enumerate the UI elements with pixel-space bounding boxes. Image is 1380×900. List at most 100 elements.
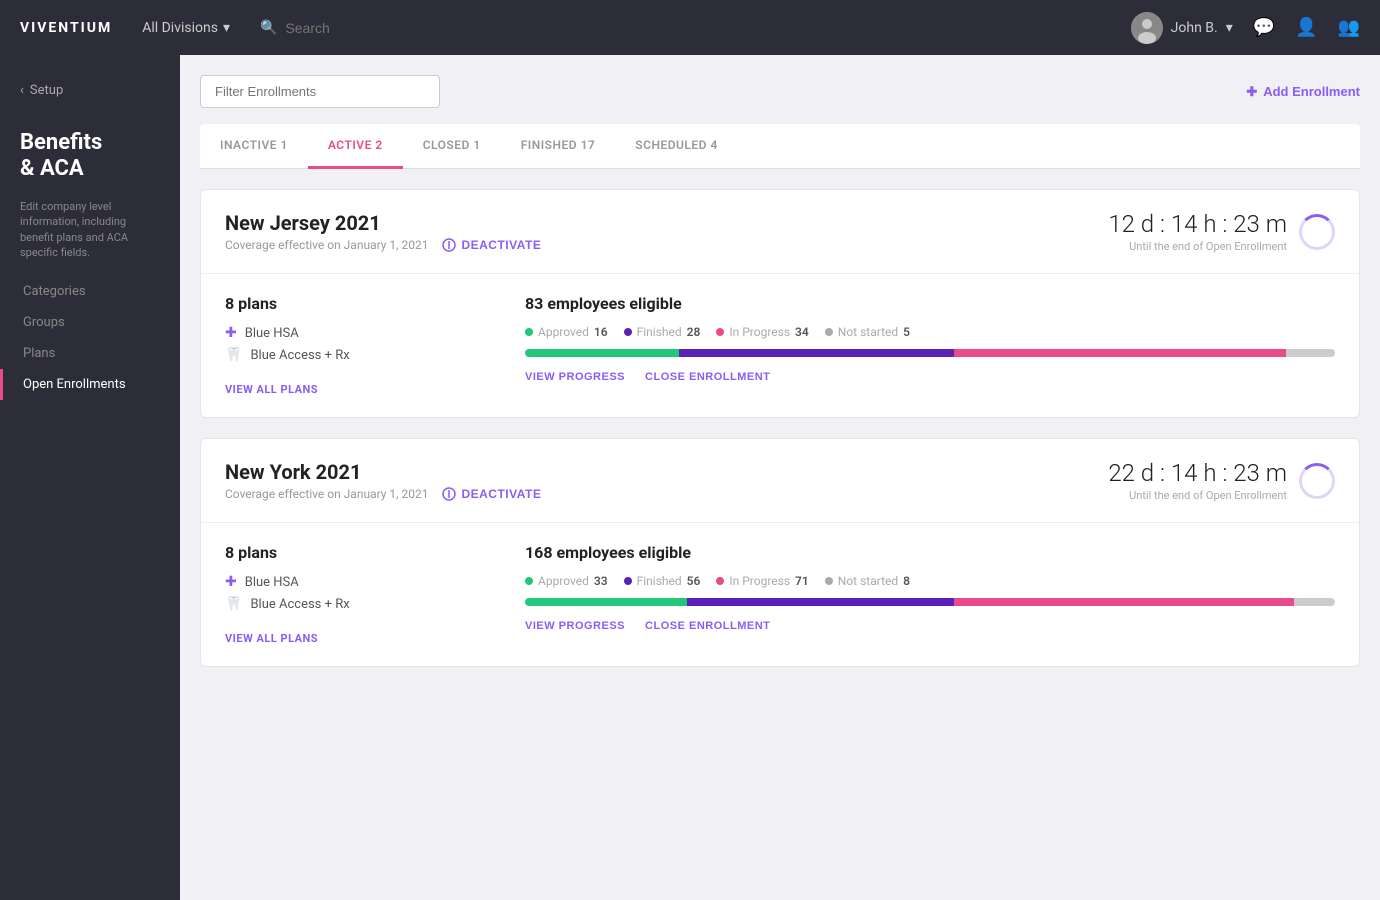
top-bar: ✚ Add Enrollment [200,75,1360,108]
legend-dot [624,328,632,336]
chevron-left-icon: ‹ [20,83,24,98]
progress-legend: Approved 16 Finished 28 In Progress 34 N… [525,325,1335,339]
add-enrollment-button[interactable]: ✚ Add Enrollment [1246,84,1360,100]
plan-item: 🦷 Blue Access + Rx [225,347,485,363]
tab-finished[interactable]: FINISHED 17 [501,124,616,169]
topnav: VIVENTIUM All Divisions ▾ 🔍 John B. ▾ 💬 … [0,0,1380,55]
card-actions: VIEW PROGRESS CLOSE ENROLLMENT [525,371,1335,383]
team-icon[interactable]: 👥 [1338,17,1360,38]
legend-dot [525,577,533,585]
view-progress-button[interactable]: VIEW PROGRESS [525,371,625,383]
sidebar-item-groups[interactable]: Groups [0,307,180,338]
enrollment-title: New York 2021 [225,460,541,484]
progress-segment [679,349,954,357]
main-content: ✚ Add Enrollment INACTIVE 1 ACTIVE 2 CLO… [180,55,1380,900]
progress-segment [954,598,1294,606]
legend-dot [716,328,724,336]
timer-spinner-icon [1299,214,1335,250]
card-timer: 12 d : 14 h : 23 m Until the end of Open… [1108,210,1335,253]
layout: ‹ Setup Benefits & ACA Edit company leve… [0,55,1380,900]
legend-dot [825,577,833,585]
enrollment-title: New Jersey 2021 [225,211,541,235]
timer-value: 12 d : 14 h : 23 m [1108,210,1287,238]
topnav-right: John B. ▾ 💬 👤 👥 [1131,12,1360,44]
plan-item: 🦷 Blue Access + Rx [225,596,485,612]
deactivate-button[interactable]: DEACTIVATE [442,238,541,252]
employees-count: 83 employees eligible [525,294,1335,313]
progress-bar [525,598,1335,606]
deactivate-icon [442,238,456,252]
division-selector[interactable]: All Divisions ▾ [142,20,230,36]
sidebar-subtitle: Edit company level information, includin… [0,199,180,277]
legend-dot [525,328,533,336]
legend-item-approved: Approved 33 [525,574,608,588]
timer-label: Until the end of Open Enrollment [1108,240,1287,253]
close-enrollment-button[interactable]: CLOSE ENROLLMENT [645,371,770,383]
progress-segment [1294,598,1335,606]
search-icon: 🔍 [260,20,277,36]
employees-count: 168 employees eligible [525,543,1335,562]
search-bar[interactable]: 🔍 [260,20,385,36]
tab-active[interactable]: ACTIVE 2 [308,124,403,169]
tab-scheduled[interactable]: SCHEDULED 4 [615,124,738,169]
tab-closed[interactable]: CLOSED 1 [403,124,501,169]
card-timer: 22 d : 14 h : 23 m Until the end of Open… [1108,459,1335,502]
enrollment-cards-container: New Jersey 2021 Coverage effective on Ja… [200,189,1360,667]
sidebar-title: Benefits & ACA [0,122,180,191]
tooth-plan-icon: 🦷 [225,596,242,612]
plans-count: 8 plans [225,294,485,313]
profile-icon[interactable]: 👤 [1295,17,1317,38]
sidebar-item-categories[interactable]: Categories [0,276,180,307]
filter-enrollments-input[interactable] [200,75,440,108]
avatar [1131,12,1163,44]
close-enrollment-button[interactable]: CLOSE ENROLLMENT [645,620,770,632]
plus-plan-icon: ✚ [225,325,237,341]
legend-item-approved: Approved 16 [525,325,608,339]
search-input[interactable] [285,20,385,36]
sidebar: ‹ Setup Benefits & ACA Edit company leve… [0,55,180,900]
card-actions: VIEW PROGRESS CLOSE ENROLLMENT [525,620,1335,632]
timer-label: Until the end of Open Enrollment [1108,489,1287,502]
setup-link[interactable]: ‹ Setup [0,75,180,106]
card-body-grid: 8 plans ✚ Blue HSA 🦷 Blue Access + Rx VI… [225,294,1335,397]
card-body: 8 plans ✚ Blue HSA 🦷 Blue Access + Rx VI… [201,523,1359,666]
plans-section: 8 plans ✚ Blue HSA 🦷 Blue Access + Rx VI… [225,543,485,646]
legend-dot [624,577,632,585]
progress-segment [687,598,954,606]
legend-item-in-progress: In Progress 71 [716,574,808,588]
timer-spinner-icon [1299,463,1335,499]
progress-segment [954,349,1286,357]
progress-segment [525,598,687,606]
sidebar-item-plans[interactable]: Plans [0,338,180,369]
progress-segment [1286,349,1335,357]
user-menu[interactable]: John B. ▾ [1131,12,1233,44]
plans-section: 8 plans ✚ Blue HSA 🦷 Blue Access + Rx VI… [225,294,485,397]
view-progress-button[interactable]: VIEW PROGRESS [525,620,625,632]
enrollment-card-ny2021: New York 2021 Coverage effective on Janu… [200,438,1360,667]
plan-item: ✚ Blue HSA [225,325,485,341]
legend-item-not-started: Not started 8 [825,574,910,588]
card-header: New York 2021 Coverage effective on Janu… [201,439,1359,523]
tooth-plan-icon: 🦷 [225,347,242,363]
legend-item-finished: Finished 28 [624,325,701,339]
view-all-plans-link[interactable]: VIEW ALL PLANS [225,632,318,645]
tab-inactive[interactable]: INACTIVE 1 [200,124,308,169]
enrollment-subtitle: Coverage effective on January 1, 2021 DE… [225,238,541,252]
legend-dot [825,328,833,336]
card-header: New Jersey 2021 Coverage effective on Ja… [201,190,1359,274]
legend-item-finished: Finished 56 [624,574,701,588]
progress-bar [525,349,1335,357]
progress-segment [525,349,679,357]
legend-dot [716,577,724,585]
enrollment-subtitle: Coverage effective on January 1, 2021 DE… [225,487,541,501]
plans-count: 8 plans [225,543,485,562]
legend-item-not-started: Not started 5 [825,325,910,339]
view-all-plans-link[interactable]: VIEW ALL PLANS [225,383,318,396]
chat-icon[interactable]: 💬 [1253,17,1275,38]
card-header-left: New York 2021 Coverage effective on Janu… [225,460,541,501]
sidebar-item-open-enrollments[interactable]: Open Enrollments [0,369,180,400]
enrollment-tabs: INACTIVE 1 ACTIVE 2 CLOSED 1 FINISHED 17… [200,124,1360,169]
timer-value: 22 d : 14 h : 23 m [1108,459,1287,487]
plan-item: ✚ Blue HSA [225,574,485,590]
deactivate-button[interactable]: DEACTIVATE [442,487,541,501]
